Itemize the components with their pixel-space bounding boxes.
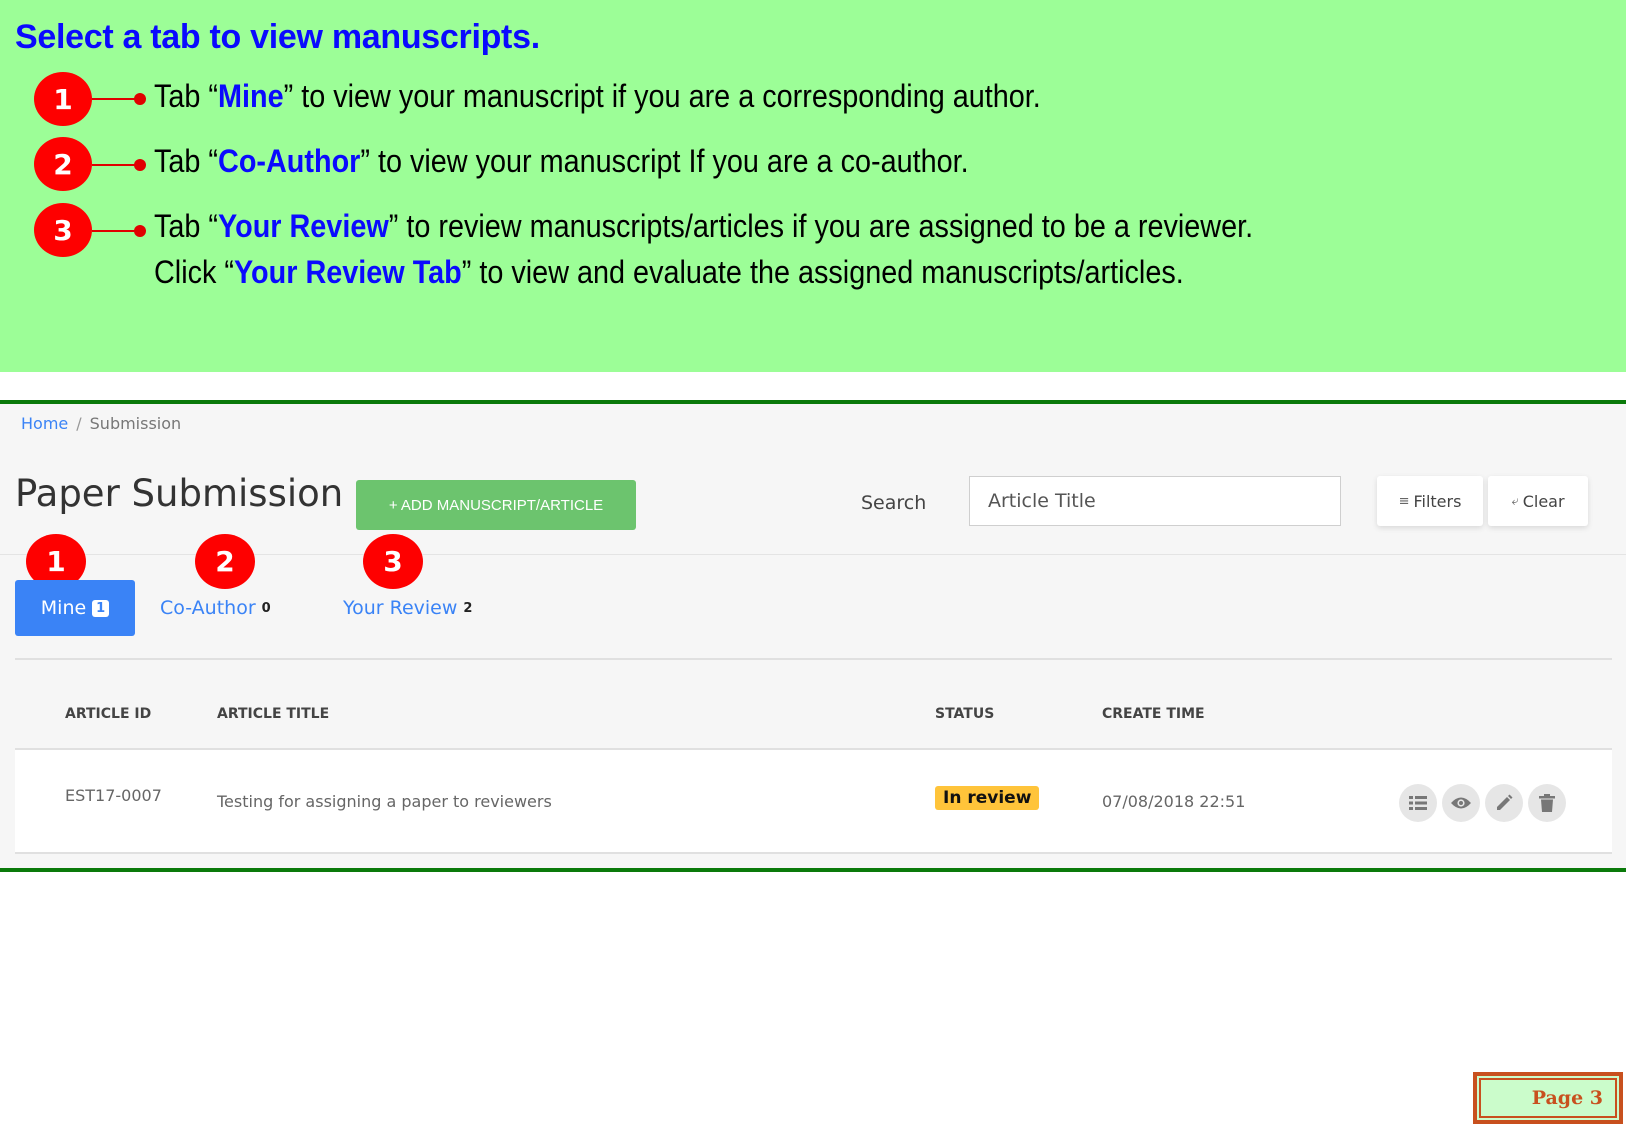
tab-mine-count: 1	[92, 599, 110, 617]
filters-label: Filters	[1413, 491, 1462, 511]
search-label: Search	[861, 492, 927, 514]
article-title[interactable]: Testing for assigning a paper to reviewe…	[217, 792, 552, 811]
step-connector-3	[92, 225, 146, 237]
breadcrumb: Home / Submission	[21, 414, 181, 433]
breadcrumb-current: Submission	[89, 414, 182, 433]
tab-co-author-count: 0	[261, 600, 271, 616]
tab-co-author[interactable]: Co-Author 0	[160, 580, 271, 636]
status-badge: In review	[935, 786, 1040, 810]
tab-co-author-label: Co-Author	[160, 597, 256, 619]
column-header-article-title: ARTICLE TITLE	[217, 706, 330, 722]
step-badge-2: 2	[34, 137, 92, 191]
details-button[interactable]	[1399, 784, 1437, 822]
step-badge-3: 3	[34, 203, 92, 257]
tab-mine[interactable]: Mine 1	[15, 580, 135, 636]
instruction-step-1: Tab “Mine” to view your manuscript if yo…	[154, 78, 1041, 114]
eye-icon	[1451, 797, 1471, 809]
table-row[interactable]: EST17-0007 Testing for assigning a paper…	[15, 750, 1612, 854]
instruction-step-3: Tab “Your Review” to review manuscripts/…	[154, 208, 1254, 244]
tabs-divider	[15, 658, 1612, 660]
instruction-title: Select a tab to view manuscripts.	[15, 18, 540, 56]
filter-icon: ≡	[1398, 493, 1410, 509]
trash-icon	[1539, 794, 1555, 812]
column-header-create-time: CREATE TIME	[1102, 706, 1205, 722]
add-manuscript-button[interactable]: + ADD MANUSCRIPT/ARTICLE	[356, 480, 636, 530]
edit-button[interactable]	[1485, 784, 1523, 822]
step-connector-1	[92, 93, 146, 105]
step-badge-1: 1	[34, 72, 92, 126]
submission-screenshot: Home / Submission Paper Submission + ADD M…	[0, 400, 1626, 872]
column-header-article-id: ARTICLE ID	[65, 706, 152, 722]
page-number-tag: Page 3	[1473, 1072, 1623, 1124]
create-time: 07/08/2018 22:51	[1102, 792, 1246, 811]
step-connector-2	[92, 159, 146, 171]
column-header-status: STATUS	[935, 706, 995, 722]
tab-mine-label: Mine	[40, 597, 87, 619]
delete-button[interactable]	[1528, 784, 1566, 822]
clear-label: Clear	[1522, 491, 1565, 511]
clear-filter-icon: ⤶	[1511, 493, 1519, 509]
filters-button[interactable]: ≡ Filters	[1377, 476, 1483, 526]
instruction-panel: Select a tab to view manuscripts. 1 Tab …	[0, 0, 1626, 372]
tab-your-review[interactable]: Your Review 2	[343, 580, 472, 636]
instruction-step-2: Tab “Co-Author” to view your manuscript …	[154, 143, 969, 179]
clear-button[interactable]: ⤶ Clear	[1488, 476, 1588, 526]
article-id: EST17-0007	[65, 786, 162, 805]
instruction-step-3-detail: Click “Your Review Tab” to view and eval…	[154, 254, 1184, 290]
page-title: Paper Submission	[15, 472, 344, 515]
list-icon	[1409, 796, 1427, 810]
pencil-icon	[1497, 794, 1513, 810]
tab-your-review-count: 2	[463, 600, 473, 616]
breadcrumb-separator: /	[76, 414, 82, 433]
tutorial-page: Select a tab to view manuscripts. 1 Tab …	[0, 0, 1626, 1125]
search-input[interactable]	[969, 476, 1341, 526]
view-button[interactable]	[1442, 784, 1480, 822]
tab-your-review-label: Your Review	[343, 597, 458, 619]
breadcrumb-home-link[interactable]: Home	[21, 414, 68, 433]
